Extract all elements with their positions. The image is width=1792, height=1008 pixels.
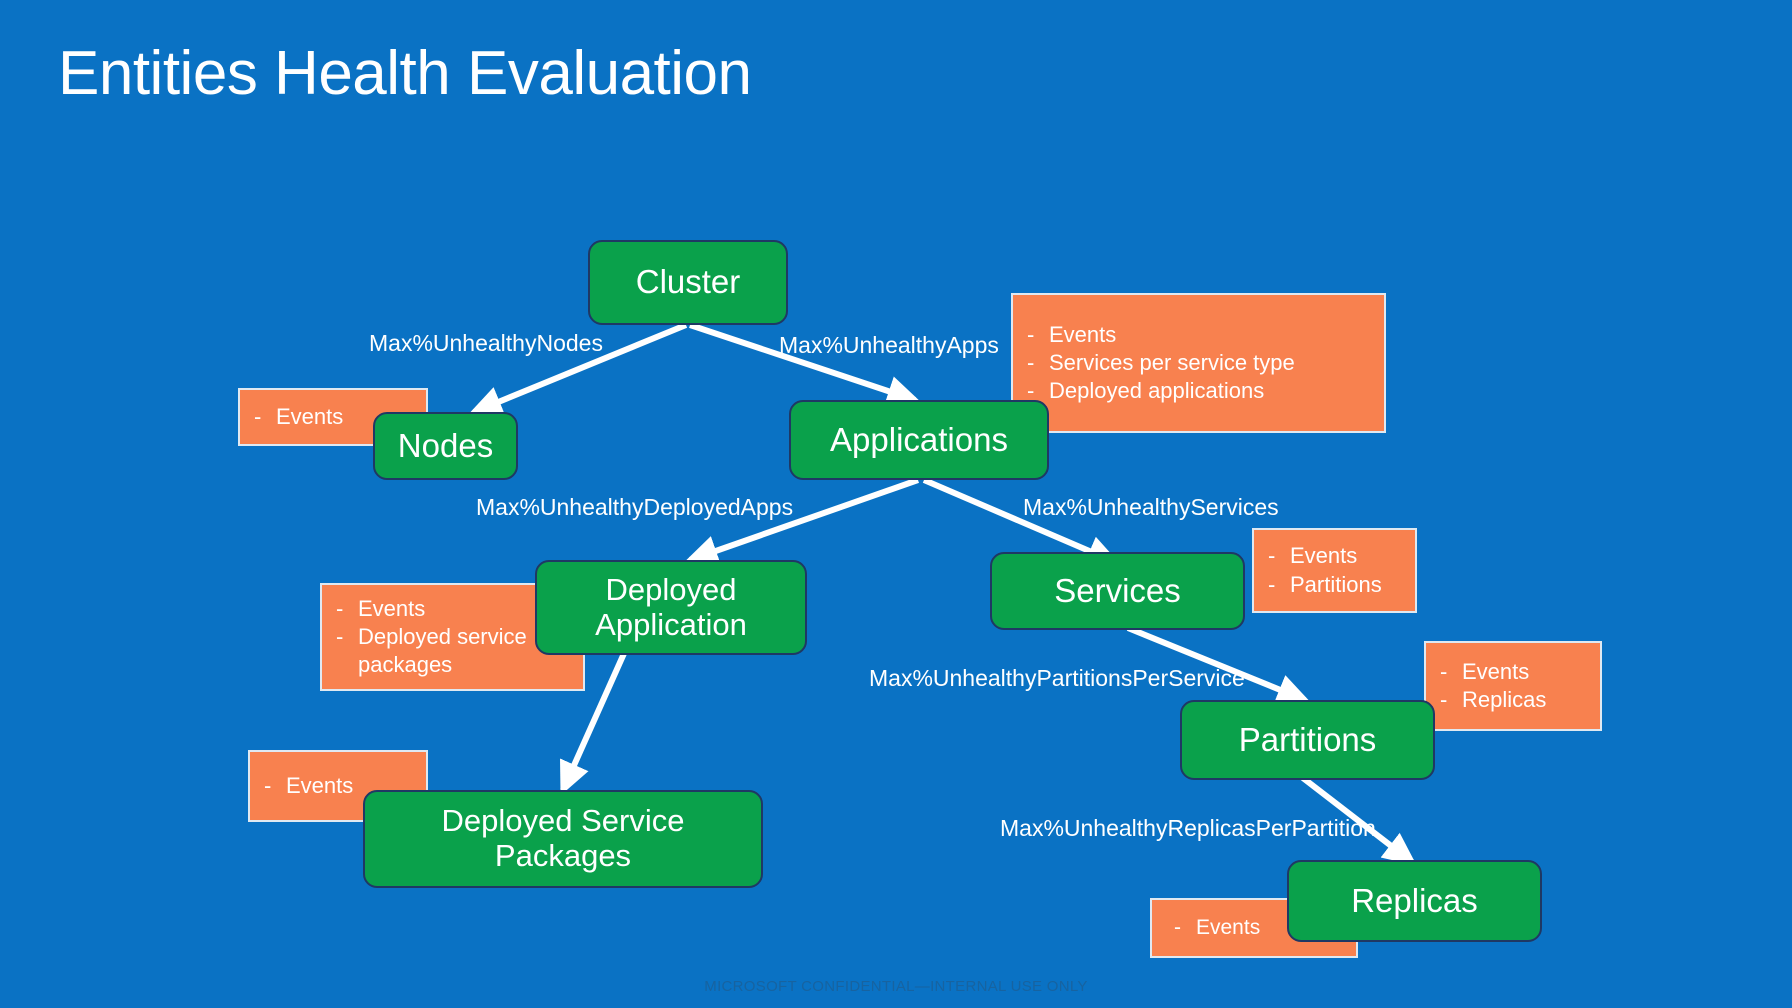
list-item: - Services per service type <box>1027 349 1372 377</box>
bullet-marker: - <box>1027 349 1035 375</box>
node-label: Replicas <box>1351 881 1478 919</box>
bullet-marker: - <box>264 772 272 798</box>
bullet-marker: - <box>1440 658 1448 684</box>
slide-canvas: Entities Health Evaluation - Events - Ev… <box>0 0 1792 1008</box>
callout-applications: - Events - Services per service type - D… <box>1011 293 1386 433</box>
list-item: - Events <box>1027 321 1372 349</box>
confidentiality-footer: MICROSOFT CONFIDENTIAL—INTERNAL USE ONLY <box>704 978 1088 995</box>
node-cluster[interactable]: Cluster <box>588 240 788 325</box>
list-item: - Events <box>1268 542 1403 570</box>
bullet-marker: - <box>1268 543 1276 569</box>
list-item: - Events <box>1440 658 1588 686</box>
node-label: Partitions <box>1238 720 1377 758</box>
bullet-marker: - <box>1174 915 1181 939</box>
node-partitions[interactable]: Partitions <box>1180 700 1435 780</box>
edge-label-max-unhealthy-nodes: Max%UnhealthyNodes <box>369 330 603 356</box>
edge-label-max-unhealthy-replicas-per-partition: Max%UnhealthyReplicasPerPartition <box>1000 815 1376 841</box>
node-label: Deployed Application <box>595 571 747 642</box>
bullet-marker: - <box>1027 321 1035 347</box>
bullet-marker: - <box>336 595 344 621</box>
list-item: - Partitions <box>1268 571 1403 599</box>
edge-label-max-unhealthy-partitions-per-service: Max%UnhealthyPartitionsPerService <box>869 665 1245 691</box>
bullet-marker: - <box>336 623 344 649</box>
edge-label-max-unhealthy-services: Max%UnhealthyServices <box>1023 494 1279 520</box>
node-deployed-application[interactable]: Deployed Application <box>535 560 807 655</box>
list-item: - Deployed applications <box>1027 377 1372 405</box>
bullet-marker: - <box>1440 687 1448 712</box>
node-services[interactable]: Services <box>990 552 1245 630</box>
node-deployed-service-packages[interactable]: Deployed Service Packages <box>363 790 763 888</box>
callout-partitions: - Events - Replicas <box>1424 641 1602 731</box>
node-label: Cluster <box>635 263 741 301</box>
node-applications[interactable]: Applications <box>789 400 1049 480</box>
connector-arrows <box>468 322 1417 866</box>
edge-label-max-unhealthy-deployed-apps: Max%UnhealthyDeployedApps <box>476 494 794 520</box>
node-nodes[interactable]: Nodes <box>373 412 518 480</box>
node-label: Applications <box>830 420 1008 458</box>
node-label: Deployed Service Packages <box>441 803 685 873</box>
node-label: Nodes <box>397 426 494 464</box>
bullet-marker: - <box>254 403 262 429</box>
node-replicas[interactable]: Replicas <box>1287 860 1542 942</box>
edge-label-max-unhealthy-apps: Max%UnhealthyApps <box>779 332 999 358</box>
callout-services: - Events - Partitions <box>1252 528 1417 613</box>
node-label: Services <box>1054 571 1181 609</box>
bullet-marker: - <box>1268 571 1276 597</box>
list-item: - Replicas <box>1440 686 1588 714</box>
